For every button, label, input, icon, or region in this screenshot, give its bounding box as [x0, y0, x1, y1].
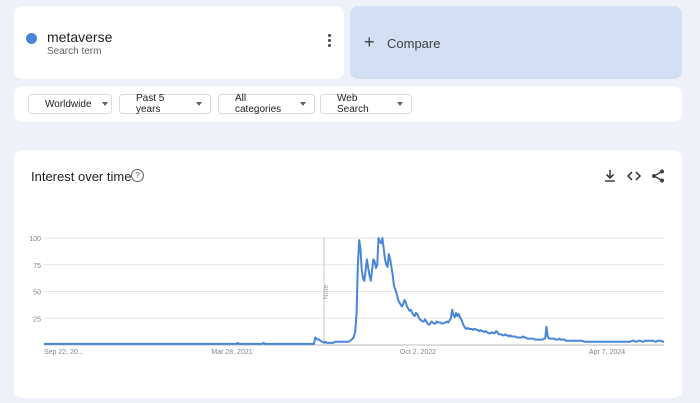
x-tick-label: Sep 22, 20... [44, 349, 84, 356]
search-term-name: metaverse [47, 29, 113, 45]
y-tick-label: 25 [33, 316, 41, 323]
x-tick-label: Mar 28, 2021 [211, 349, 252, 356]
interest-over-time-card: Interest over time ? 25 50 75 100 Sep 22, 2… [14, 150, 682, 398]
filter-search-type[interactable]: Web Search [320, 93, 412, 115]
x-tick-label: Apr 7, 2024 [589, 349, 625, 356]
series-line-metaverse [44, 237, 664, 345]
filter-location-label: Worldwide [45, 98, 92, 110]
search-term-card[interactable]: metaverse Search term [14, 6, 344, 79]
chevron-down-icon [101, 102, 108, 106]
y-tick-labels: 25 50 75 100 [29, 236, 41, 323]
compare-label: Compare [387, 36, 441, 51]
plus-icon: + [364, 32, 375, 52]
y-tick-label: 50 [33, 290, 41, 297]
filter-search-type-label: Web Search [337, 93, 369, 115]
search-term-subtitle: Search term [47, 46, 102, 57]
compare-button[interactable]: + Compare [350, 6, 682, 79]
x-tick-labels: Sep 22, 20... Mar 28, 2021 Oct 2, 2022 Apr … [44, 349, 625, 356]
filter-category-label: All categories [235, 93, 282, 115]
y-tick-label: 75 [33, 263, 41, 270]
more-options-icon[interactable] [322, 34, 336, 54]
filter-time-label: Past 5 years [136, 93, 165, 115]
filter-category[interactable]: All categories [218, 93, 315, 115]
y-tick-label: 100 [29, 236, 41, 243]
x-tick-label: Oct 2, 2022 [400, 349, 436, 356]
term-color-dot [26, 33, 37, 44]
chevron-down-icon [397, 102, 403, 106]
chart-grid [44, 237, 664, 346]
filter-location[interactable]: Worldwide [28, 94, 112, 114]
filters-bar: Worldwide Past 5 years All categories We… [14, 86, 682, 122]
chevron-down-icon [196, 102, 202, 106]
filter-time-range[interactable]: Past 5 years [119, 93, 211, 115]
interest-line-chart: 25 50 75 100 Sep 22, 20... Mar 28, 2021 Oct 2… [29, 236, 664, 356]
note-annotation: Note [323, 285, 330, 300]
chevron-down-icon [300, 102, 306, 106]
